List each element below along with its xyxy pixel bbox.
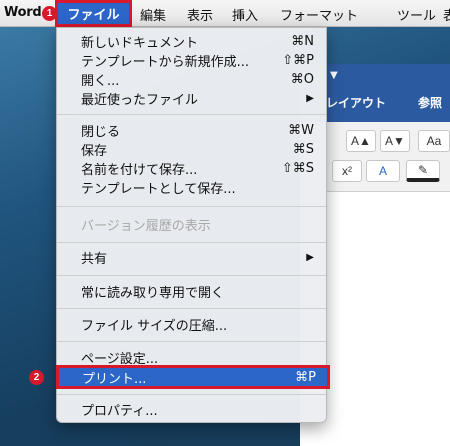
menu-file[interactable]: ファイル — [55, 0, 132, 27]
menu-item-label: バージョン履歴の表示 — [81, 219, 211, 234]
app-menu-word[interactable]: Word — [4, 5, 42, 20]
menu-item-label: テンプレートとして保存... — [81, 182, 236, 197]
menu-item-label: テンプレートから新規作成... — [81, 55, 250, 70]
shortcut-label: ⇧⌘P — [282, 53, 314, 68]
menu-separator — [57, 394, 326, 395]
menu-item-close[interactable]: 閉じる ⌘W — [57, 121, 326, 140]
menu-separator — [57, 308, 326, 309]
shortcut-label: ⇧⌘S — [281, 161, 314, 176]
shortcut-label: ⌘S — [292, 142, 314, 157]
menu-item-label: 保存 — [81, 144, 108, 159]
menu-item-label: 共有 — [81, 252, 108, 267]
tab-layout[interactable]: レイアウト — [326, 94, 386, 111]
menu-item-open[interactable]: 開く... ⌘O — [57, 70, 326, 89]
menu-format[interactable]: フォーマット — [280, 5, 358, 24]
menu-item-save[interactable]: 保存 ⌘S — [57, 140, 326, 159]
superscript-button[interactable]: x² — [332, 160, 362, 182]
shortcut-label: ⌘P — [295, 369, 316, 385]
menu-item-save-as[interactable]: 名前を付けて保存... ⇧⌘S — [57, 159, 326, 178]
menu-insert[interactable]: 挿入 — [232, 5, 258, 24]
file-menu-dropdown: 新しいドキュメント ⌘N テンプレートから新規作成... ⇧⌘P 開く... ⌘… — [56, 27, 330, 423]
menu-item-label: プリント... — [82, 371, 147, 387]
menu-bar: Word ファイル 編集 表示 挿入 フォーマット ツール 表 — [0, 0, 450, 27]
menu-item-new-document[interactable]: 新しいドキュメント ⌘N — [57, 32, 326, 51]
menu-item-label: 閉じる — [81, 125, 121, 140]
callout-badge-2: 2 — [29, 370, 44, 385]
shortcut-label: ⌘O — [290, 72, 314, 87]
tab-references[interactable]: 参照 — [418, 94, 442, 111]
menu-item-print[interactable]: プリント... ⌘P — [56, 365, 330, 389]
highlight-color-button[interactable]: ✎ — [406, 160, 440, 182]
menu-tools[interactable]: ツール — [397, 5, 436, 24]
callout-badge-1: 1 — [42, 6, 57, 21]
shortcut-label: ⌘N — [291, 34, 314, 49]
menu-item-label: 名前を付けて保存... — [81, 163, 198, 178]
menu-item-label: 新しいドキュメント — [81, 36, 199, 51]
quick-access-arrow-icon[interactable]: ▼ — [330, 70, 338, 81]
menu-item-label: 常に読み取り専用で開く — [81, 286, 225, 301]
menu-item-page-setup[interactable]: ページ設定... — [57, 348, 326, 367]
menu-edit[interactable]: 編集 — [140, 5, 166, 24]
menu-item-label: 開く... — [81, 74, 120, 89]
menu-item-label: 最近使ったファイル — [81, 93, 199, 108]
shortcut-label: ⌘W — [288, 123, 314, 138]
menu-separator — [57, 242, 326, 243]
menu-item-label: ページ設定... — [81, 352, 159, 367]
font-grow-button[interactable]: A▲ — [346, 130, 376, 152]
text-effects-button[interactable]: A — [366, 160, 400, 182]
menu-item-label: プロパティ... — [81, 404, 158, 419]
menu-item-always-open-readonly[interactable]: 常に読み取り専用で開く — [57, 282, 326, 301]
font-shrink-button[interactable]: A▼ — [380, 130, 410, 152]
menu-item-recent-files[interactable]: 最近使ったファイル ▶ — [57, 89, 326, 108]
menu-item-version-history: バージョン履歴の表示 — [57, 215, 326, 234]
menu-separator — [57, 206, 326, 207]
menu-item-properties[interactable]: プロパティ... — [57, 400, 326, 419]
submenu-arrow-icon: ▶ — [306, 93, 314, 104]
menu-separator — [57, 275, 326, 276]
menu-item-new-from-template[interactable]: テンプレートから新規作成... ⇧⌘P — [57, 51, 326, 70]
menu-item-compress-file-size[interactable]: ファイル サイズの圧縮... — [57, 315, 326, 334]
menu-table[interactable]: 表 — [443, 5, 450, 24]
menu-view[interactable]: 表示 — [187, 5, 213, 24]
menu-separator — [57, 114, 326, 115]
submenu-arrow-icon: ▶ — [306, 252, 314, 263]
change-case-button[interactable]: Aa — [418, 130, 450, 152]
menu-item-save-as-template[interactable]: テンプレートとして保存... — [57, 178, 326, 197]
menu-item-share[interactable]: 共有 ▶ — [57, 248, 326, 267]
menu-separator — [57, 341, 326, 342]
menu-item-label: ファイル サイズの圧縮... — [81, 319, 228, 334]
